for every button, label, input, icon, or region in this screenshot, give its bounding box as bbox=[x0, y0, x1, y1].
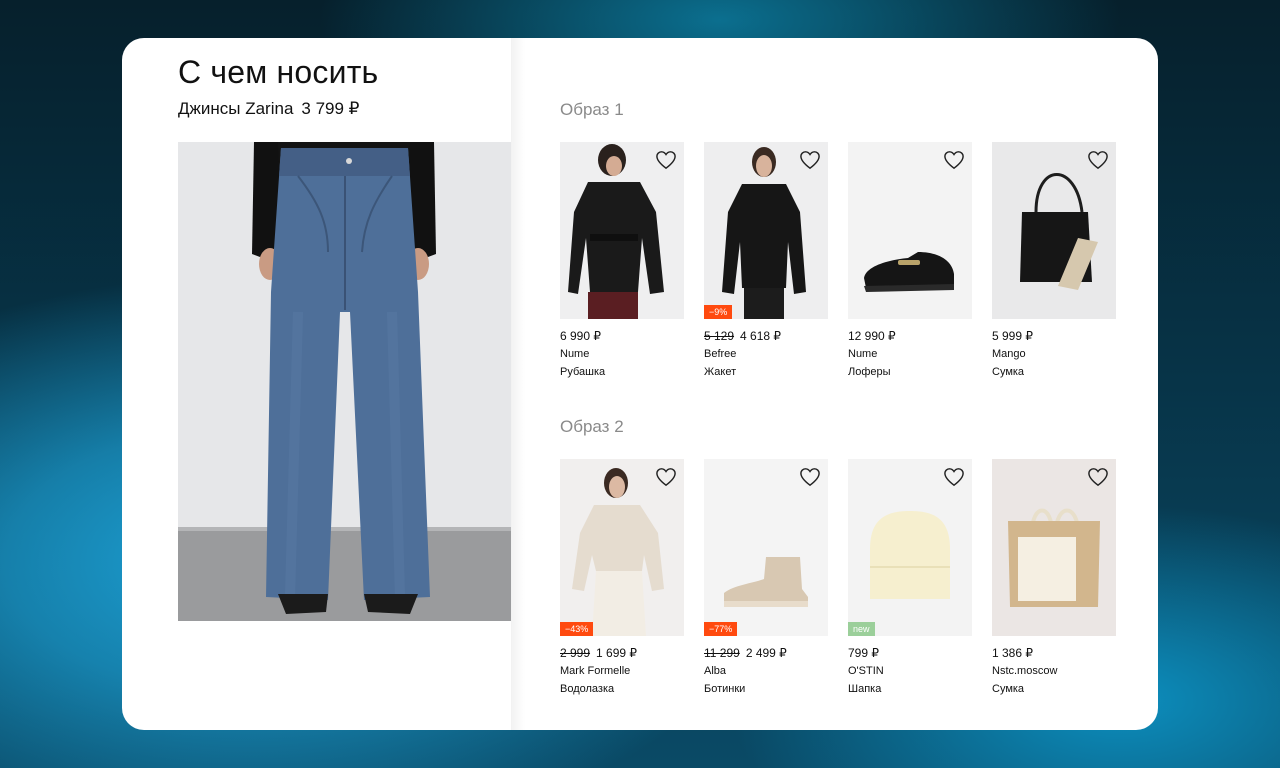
discount-badge: −77% bbox=[704, 622, 738, 636]
product-card[interactable]: 6 990 ₽ Nume Рубашка bbox=[560, 142, 684, 378]
heart-icon[interactable] bbox=[655, 150, 677, 170]
brand-name[interactable]: Nume bbox=[848, 348, 972, 360]
jeans-photo[interactable] bbox=[178, 142, 511, 621]
product-card[interactable]: −77% 11 299 2 499 ₽ Alba Ботинки bbox=[704, 459, 828, 695]
new-badge: new bbox=[848, 622, 875, 636]
heart-icon[interactable] bbox=[1087, 467, 1109, 487]
brand-name[interactable]: Nume bbox=[560, 348, 684, 360]
heart-icon[interactable] bbox=[799, 467, 821, 487]
price-row: 5 999 ₽ bbox=[992, 329, 1116, 343]
product-image[interactable]: −77% bbox=[704, 459, 828, 636]
current-price: 1 386 ₽ bbox=[992, 646, 1033, 660]
old-price: 11 299 bbox=[704, 646, 740, 660]
heart-icon[interactable] bbox=[1087, 150, 1109, 170]
heart-icon[interactable] bbox=[943, 467, 965, 487]
product-type[interactable]: Шапка bbox=[848, 683, 972, 695]
product-card[interactable]: 1 386 ₽ Nstc.moscow Сумка bbox=[992, 459, 1116, 695]
brand-name[interactable]: Nstc.moscow bbox=[992, 665, 1116, 677]
outfit-1-title: Образ 1 bbox=[560, 100, 624, 119]
product-image[interactable]: new bbox=[848, 459, 972, 636]
product-type[interactable]: Сумка bbox=[992, 683, 1116, 695]
product-type[interactable]: Ботинки bbox=[704, 683, 828, 695]
price-row: 799 ₽ bbox=[848, 646, 972, 660]
heart-icon[interactable] bbox=[799, 150, 821, 170]
current-price: 2 499 ₽ bbox=[745, 646, 787, 660]
product-image[interactable] bbox=[848, 142, 972, 319]
discount-badge: −9% bbox=[704, 305, 733, 319]
product-image[interactable] bbox=[992, 459, 1116, 636]
page-title: С чем носить bbox=[178, 54, 379, 90]
product-type[interactable]: Рубашка bbox=[560, 366, 684, 378]
product-type[interactable]: Сумка bbox=[992, 366, 1116, 378]
brand-name[interactable]: O'STIN bbox=[848, 665, 972, 677]
product-card[interactable]: 5 999 ₽ Mango Сумка bbox=[992, 142, 1116, 378]
panel-divider bbox=[511, 38, 525, 730]
product-name: Джинсы Zarina bbox=[178, 99, 294, 118]
old-price: 5 129 bbox=[704, 329, 735, 343]
current-price: 6 990 ₽ bbox=[560, 329, 601, 343]
brand-name[interactable]: Mango bbox=[992, 348, 1116, 360]
outfits-panel: Образ 1 6 990 ₽ Nume Рубашка −9% 5 129 4… bbox=[525, 38, 1158, 730]
brand-name[interactable]: Alba bbox=[704, 665, 828, 677]
product-subtitle: Джинсы Zarina 3 799 ₽ bbox=[178, 99, 360, 119]
product-type[interactable]: Лоферы bbox=[848, 366, 972, 378]
current-price: 12 990 ₽ bbox=[848, 329, 896, 343]
brand-name[interactable]: Befree bbox=[704, 348, 828, 360]
product-card[interactable]: new 799 ₽ O'STIN Шапка bbox=[848, 459, 972, 695]
product-image[interactable]: −43% bbox=[560, 459, 684, 636]
product-type[interactable]: Жакет bbox=[704, 366, 828, 378]
product-card[interactable]: 12 990 ₽ Nume Лоферы bbox=[848, 142, 972, 378]
product-image[interactable] bbox=[560, 142, 684, 319]
price-row: 2 999 1 699 ₽ bbox=[560, 646, 684, 660]
heart-icon[interactable] bbox=[655, 467, 677, 487]
screen-background: С чем носить Джинсы Zarina 3 799 ₽ Образ… bbox=[0, 0, 1280, 768]
discount-badge: −43% bbox=[560, 622, 594, 636]
current-price: 4 618 ₽ bbox=[740, 329, 782, 343]
product-card[interactable]: −9% 5 129 4 618 ₽ Befree Жакет bbox=[704, 142, 828, 378]
brand-name[interactable]: Mark Formelle bbox=[560, 665, 684, 677]
price-row: 1 386 ₽ bbox=[992, 646, 1116, 660]
outfit-2-title: Образ 2 bbox=[560, 417, 624, 436]
current-price: 1 699 ₽ bbox=[596, 646, 638, 660]
price-row: 6 990 ₽ bbox=[560, 329, 684, 343]
outfit-card: С чем носить Джинсы Zarina 3 799 ₽ Образ… bbox=[122, 38, 1158, 730]
old-price: 2 999 bbox=[560, 646, 591, 660]
price-row: 12 990 ₽ bbox=[848, 329, 972, 343]
heart-icon[interactable] bbox=[943, 150, 965, 170]
current-price: 5 999 ₽ bbox=[992, 329, 1033, 343]
main-product-panel: С чем носить Джинсы Zarina 3 799 ₽ bbox=[122, 38, 512, 730]
price-row: 5 129 4 618 ₽ bbox=[704, 329, 828, 343]
product-price: 3 799 ₽ bbox=[301, 99, 360, 118]
product-image[interactable] bbox=[992, 142, 1116, 319]
current-price: 799 ₽ bbox=[848, 646, 879, 660]
product-type[interactable]: Водолазка bbox=[560, 683, 684, 695]
product-card[interactable]: −43% 2 999 1 699 ₽ Mark Formelle Водолазк… bbox=[560, 459, 684, 695]
product-image[interactable]: −9% bbox=[704, 142, 828, 319]
jeans-photo-graphic bbox=[178, 142, 511, 621]
price-row: 11 299 2 499 ₽ bbox=[704, 646, 828, 660]
